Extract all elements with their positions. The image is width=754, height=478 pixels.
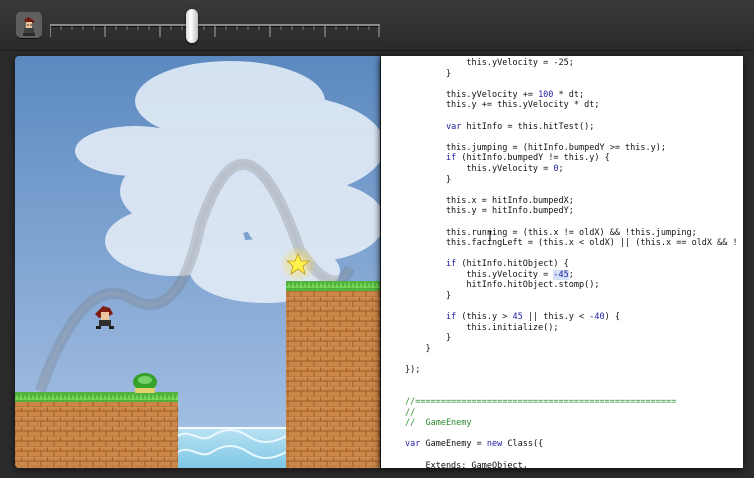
game-canvas[interactable]: [15, 56, 380, 468]
code-token: this.yVelocity +=: [405, 89, 539, 100]
code-token: (hitInfo.hitObject) {: [456, 259, 569, 270]
code-token: this.facingLeft = (this.x < oldX) || (th…: [405, 238, 738, 249]
code-line[interactable]: this.initialize();: [381, 323, 743, 334]
code-token: }: [405, 68, 452, 79]
code-token: });: [405, 365, 421, 376]
star-powerup-icon: [280, 246, 316, 282]
code-token: if: [445, 312, 457, 323]
code-line[interactable]: this.y += this.yVelocity * dt;: [381, 100, 743, 111]
code-token: Extends: GameObject,: [405, 460, 528, 468]
code-line[interactable]: [381, 302, 743, 313]
code-token: GameEnemy =: [420, 439, 487, 450]
code-line[interactable]: [381, 429, 743, 440]
code-line[interactable]: }: [381, 69, 743, 80]
code-token: this.running = (this.x != oldX) && !this…: [405, 227, 697, 238]
code-token: || this.y <: [522, 312, 590, 323]
timeline-ticks: [50, 26, 380, 37]
code-line[interactable]: this.facingLeft = (this.x < oldX) || (th…: [381, 238, 743, 249]
code-line[interactable]: this.yVelocity += 100 * dt;: [381, 90, 743, 101]
code-token: }: [405, 344, 431, 355]
code-line[interactable]: var hitInfo = this.hitTest();: [381, 122, 743, 133]
code-token: ) {: [604, 312, 620, 323]
code-token: this.yVelocity =: [405, 163, 554, 174]
code-token: * dt;: [553, 89, 585, 100]
code-token: }: [405, 333, 452, 344]
code-line[interactable]: var GameEnemy = new Class({: [381, 439, 743, 450]
turtle-enemy-icon: [133, 373, 157, 393]
code-token: -45: [553, 269, 569, 280]
code-token: new: [486, 439, 503, 450]
code-token: 100: [538, 89, 554, 100]
brick-columns: [286, 281, 380, 468]
code-token: var: [445, 121, 462, 132]
code-line[interactable]: [381, 79, 743, 90]
code-token: var: [405, 439, 421, 450]
code-line[interactable]: [381, 450, 743, 461]
code-token: ;: [568, 269, 574, 280]
player-avatar-icon[interactable]: [16, 12, 42, 38]
timeline-handle[interactable]: [185, 9, 198, 43]
code-line[interactable]: hitInfo.hitObject.stomp();: [381, 280, 743, 291]
code-line[interactable]: }: [381, 175, 743, 186]
code-token: Class({: [502, 439, 544, 450]
code-line[interactable]: this.yVelocity = -45;: [381, 269, 743, 281]
code-token: (hitInfo.bumpedY != this.y) {: [456, 153, 610, 164]
code-line[interactable]: if (hitInfo.hitObject) {: [381, 259, 743, 270]
code-line[interactable]: Extends: GameObject,: [381, 461, 743, 468]
code-token: // GameEnemy: [405, 418, 472, 429]
code-token: (this.y >: [456, 312, 513, 323]
code-token: //======================================…: [405, 397, 677, 407]
code-token: this.x = hitInfo.bumpedX;: [405, 195, 574, 206]
top-toolbar: [0, 0, 754, 51]
code-line[interactable]: this.running = (this.x != oldX) && !this…: [381, 228, 743, 239]
code-token: this.yVelocity = -25;: [405, 58, 574, 68]
code-line[interactable]: // GameEnemy: [381, 418, 743, 429]
code-token: ;: [558, 163, 564, 174]
code-token: this.y += this.yVelocity * dt;: [405, 100, 600, 111]
code-token: //: [405, 407, 416, 418]
code-line[interactable]: }: [381, 344, 743, 355]
code-line[interactable]: [381, 386, 743, 397]
code-line[interactable]: this.yVelocity = 0;: [381, 164, 743, 175]
code-line[interactable]: [381, 132, 743, 143]
code-token: if: [445, 259, 457, 270]
code-line[interactable]: }: [381, 333, 743, 344]
code-token: -40: [589, 312, 605, 323]
code-line[interactable]: this.yVelocity = -25;: [381, 58, 743, 69]
code-line[interactable]: //======================================…: [381, 397, 743, 408]
code-line[interactable]: this.y = hitInfo.bumpedY;: [381, 206, 743, 217]
code-token: }: [405, 174, 452, 185]
code-line[interactable]: this.x = hitInfo.bumpedX;: [381, 196, 743, 207]
code-token: this.jumping = (hitInfo.bumpedY >= this.…: [405, 142, 666, 153]
code-line[interactable]: }: [381, 291, 743, 302]
code-line[interactable]: this.jumping = (hitInfo.bumpedY >= this.…: [381, 143, 743, 154]
water: [177, 428, 287, 468]
code-line[interactable]: [381, 355, 743, 366]
code-editor-lines: this.yVelocity = -25; } this.yVelocity +…: [381, 58, 743, 468]
code-token: hitInfo.hitObject.stomp();: [405, 280, 600, 291]
code-line[interactable]: //: [381, 408, 743, 419]
code-token: }: [405, 291, 452, 302]
code-line[interactable]: [381, 185, 743, 196]
ground-left: [15, 392, 178, 468]
timeline-scrubber[interactable]: [50, 9, 380, 43]
code-line[interactable]: });: [381, 365, 743, 376]
code-editor[interactable]: this.yVelocity = -25; } this.yVelocity +…: [381, 56, 743, 468]
code-line[interactable]: [381, 376, 743, 387]
code-line[interactable]: if (this.y > 45 || this.y < -40) {: [381, 312, 743, 323]
code-line[interactable]: if (hitInfo.bumpedY != this.y) {: [381, 153, 743, 164]
code-token: 45: [512, 312, 523, 323]
code-token: this.y = hitInfo.bumpedY;: [405, 206, 574, 217]
code-line[interactable]: [381, 249, 743, 260]
code-token: hitInfo = this.hitTest();: [461, 121, 595, 132]
code-token: this.yVelocity =: [405, 269, 554, 280]
code-line[interactable]: [381, 111, 743, 122]
code-line[interactable]: [381, 217, 743, 228]
code-token: this.initialize();: [405, 322, 559, 333]
code-token: if: [445, 153, 457, 164]
